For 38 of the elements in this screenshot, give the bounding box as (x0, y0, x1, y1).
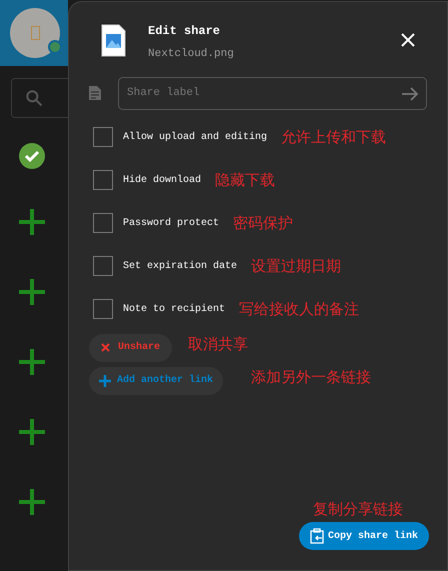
annotation: 设置过期日期 (251, 256, 342, 277)
annotation: 隐藏下载 (215, 170, 276, 191)
add-icon[interactable] (18, 488, 46, 516)
close-icon[interactable] (401, 33, 415, 47)
note-icon (89, 86, 101, 100)
annotation: 取消共享 (188, 334, 248, 356)
search-icon (24, 88, 44, 108)
checkbox[interactable] (93, 299, 113, 319)
plus-icon (99, 374, 111, 386)
dialog-title: Edit share (148, 23, 222, 40)
option-label[interactable]: Password protect (123, 216, 220, 230)
annotation: 添加另外一条链接 (251, 367, 372, 388)
clipboard-icon (310, 528, 324, 544)
avatar[interactable] (10, 8, 60, 58)
annotation: 复制分享链接 (313, 498, 403, 520)
option-label[interactable]: Hide download (123, 172, 202, 188)
add-icon[interactable] (18, 278, 46, 306)
option-label[interactable]: Set expiration date (123, 258, 238, 274)
checkbox[interactable] (93, 127, 113, 147)
option-label[interactable]: Note to recipient (123, 302, 226, 316)
add-icon[interactable] (18, 208, 46, 236)
placeholder-icon (30, 26, 40, 40)
image-file-icon (101, 24, 126, 57)
annotation: 允许上传和下载 (281, 126, 386, 148)
annotation: 写给接收人的备注 (239, 298, 360, 320)
close-icon (101, 343, 110, 352)
checkbox[interactable] (93, 170, 113, 190)
checkbox[interactable] (93, 256, 113, 276)
annotation: 密码保护 (233, 212, 294, 234)
add-icon[interactable] (18, 348, 46, 376)
share-label-field[interactable]: Share label (118, 76, 427, 110)
checkbox[interactable] (93, 213, 113, 233)
copy-link-button[interactable]: Copy share link (298, 522, 429, 550)
arrow-icon[interactable] (401, 86, 419, 102)
check-icon[interactable] (18, 142, 46, 170)
option-label[interactable]: Allow upload and editing (123, 130, 268, 144)
add-icon[interactable] (18, 418, 46, 446)
file-name: Nextcloud.png (148, 47, 234, 62)
